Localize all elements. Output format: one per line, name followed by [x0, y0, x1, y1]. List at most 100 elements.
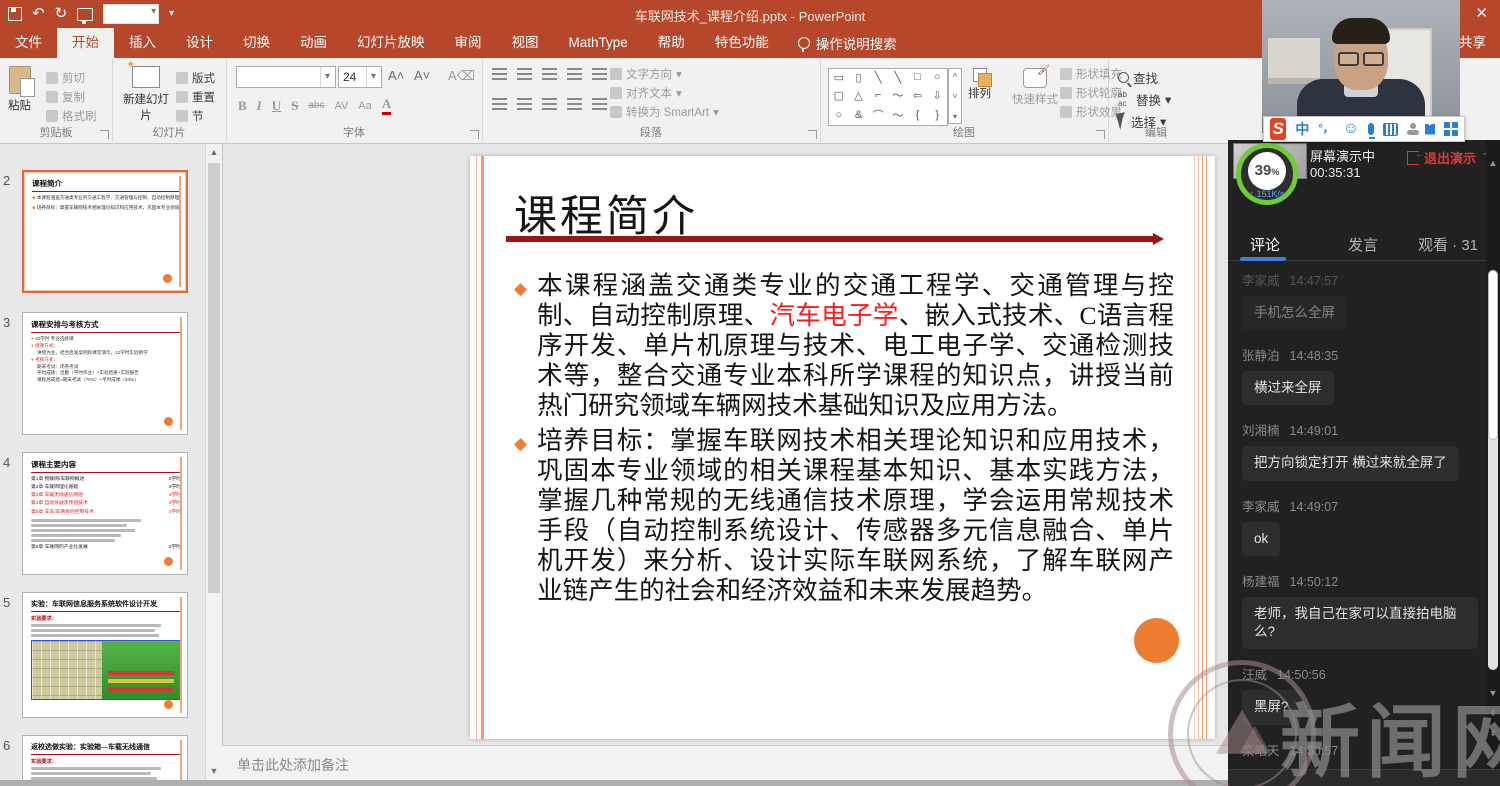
- tab-mathtype[interactable]: MathType: [554, 28, 643, 58]
- underline-button[interactable]: U: [272, 98, 281, 114]
- change-case-button[interactable]: Aa: [358, 100, 371, 112]
- slide-editor[interactable]: 课程简介 ◆ 本课程涵盖交通类专业的交通工程学、交通管理与控制、自动控制原理、汽…: [470, 156, 1215, 739]
- clear-formatting-icon[interactable]: A⌫: [448, 68, 475, 84]
- thumbnail-slide-5[interactable]: 实验：车联网信息服务系统软件设计开发 实验要求：: [22, 592, 188, 718]
- tab-animations[interactable]: 动画: [285, 28, 342, 58]
- increase-indent-icon[interactable]: [567, 68, 582, 80]
- emoji-icon[interactable]: ☺: [1343, 117, 1359, 141]
- superscript-button[interactable]: abc: [308, 100, 324, 111]
- replace-button[interactable]: abac替换 ▾: [1118, 88, 1171, 110]
- thumbnail-slide-4[interactable]: 课程主要内容 第1章 物联网/车联网概述2学时 第2章 车联网理论基础4学时 第…: [22, 452, 188, 575]
- thumbnail-slide-2[interactable]: 课程简介 ◆ 本课程涵盖交通类专业的交通工程学、交通管理与控制、自动控制原理、汽…: [22, 170, 188, 293]
- tab-review[interactable]: 审阅: [440, 28, 497, 58]
- text-direction-button[interactable]: 文字方向 ▾: [610, 64, 719, 83]
- quick-styles-button[interactable]: 快速样式: [1012, 68, 1058, 107]
- sogou-logo-icon[interactable]: S: [1270, 118, 1286, 140]
- align-center-icon[interactable]: [517, 98, 532, 110]
- tab-transitions[interactable]: 切换: [228, 28, 285, 58]
- arrange-button[interactable]: 排列: [968, 68, 991, 101]
- grow-font-icon[interactable]: A˄: [388, 68, 404, 83]
- tab-insert[interactable]: 插入: [114, 28, 171, 58]
- reset-button[interactable]: 重置: [176, 87, 215, 106]
- new-slide-icon: [132, 66, 160, 88]
- new-slide-button[interactable]: 新建幻灯片: [118, 66, 174, 123]
- font-dialog-launcher[interactable]: [470, 130, 479, 139]
- shapes-gallery[interactable]: ▭▯╲╲□○ ▢△⌐～⇦⇩ ○&⌒～{}: [828, 68, 948, 126]
- font-size-combo[interactable]: 24▾: [338, 66, 382, 88]
- shapes-gallery-scrollbar[interactable]: ˄˅▾: [948, 68, 962, 124]
- tab-help[interactable]: 帮助: [643, 28, 700, 58]
- upload-speed: ↑ 151K/s: [1249, 189, 1284, 199]
- slide-body[interactable]: ◆ 本课程涵盖交通类专业的交通工程学、交通管理与控制、自动控制原理、汽车电子学、…: [514, 271, 1174, 611]
- bold-button[interactable]: B: [238, 98, 247, 114]
- punctuation-icon[interactable]: °，: [1318, 117, 1333, 141]
- tab-features[interactable]: 特色功能: [700, 28, 784, 58]
- font-name-combo[interactable]: ▾: [236, 66, 336, 88]
- paste-button[interactable]: 粘贴: [8, 66, 31, 113]
- webcam-background-shelf: [1268, 38, 1320, 78]
- tab-comments[interactable]: 评论: [1250, 234, 1280, 255]
- account-icon[interactable]: [1407, 123, 1416, 135]
- tab-file[interactable]: 文件: [0, 28, 57, 58]
- thumbnail-slide-3[interactable]: 课程安排与考核方式 ● 32学时 专业选修课 ● 授课方式： 讲授为主，结合启发…: [22, 312, 188, 435]
- group-drawing: ▭▯╲╲□○ ▢△⌐～⇦⇩ ○&⌒～{} ˄˅▾ 排列 快速样式 绘图 形状填充…: [820, 58, 1109, 142]
- tab-speak[interactable]: 发言: [1348, 234, 1378, 255]
- align-left-icon[interactable]: [492, 98, 507, 110]
- chat-message-list[interactable]: 李家威14:47:57 手机怎么全屏 张静泊14:48:35 横过来全屏 刘湘楠…: [1242, 270, 1478, 766]
- smartart-button[interactable]: 转换为 SmartArt ▾: [610, 102, 719, 121]
- webcam-video: [1262, 0, 1460, 133]
- find-button[interactable]: 查找: [1118, 66, 1171, 88]
- align-text-button[interactable]: 对齐文本 ▾: [610, 83, 719, 102]
- bullets-icon[interactable]: [492, 68, 507, 80]
- notes-pane[interactable]: 单击此处添加备注: [222, 745, 1228, 781]
- tab-slideshow[interactable]: 幻灯片放映: [342, 28, 440, 58]
- paragraph-dialog-launcher[interactable]: [808, 130, 817, 139]
- columns-icon[interactable]: [592, 98, 607, 110]
- thumbnail-scrollbar-thumb[interactable]: [208, 163, 220, 593]
- chat-input-bar[interactable]: [1228, 769, 1500, 786]
- decrease-indent-icon[interactable]: [542, 68, 557, 80]
- tab-view[interactable]: 视图: [497, 28, 554, 58]
- voice-input-icon[interactable]: [1368, 123, 1374, 135]
- italic-button[interactable]: I: [257, 98, 262, 114]
- chinese-mode-icon[interactable]: 中: [1295, 117, 1309, 141]
- cut-button[interactable]: 剪切: [46, 68, 97, 87]
- slide-title[interactable]: 课程简介: [514, 182, 698, 244]
- slide-paragraph-1: 本课程涵盖交通类专业的交通工程学、交通管理与控制、自动控制原理、汽车电子学、嵌入…: [537, 271, 1174, 421]
- drawing-dialog-launcher[interactable]: [1096, 130, 1105, 139]
- font-color-button[interactable]: A: [382, 96, 391, 115]
- shrink-font-icon[interactable]: A˅: [414, 68, 430, 83]
- strikethrough-button[interactable]: S: [291, 98, 298, 114]
- chat-scrollbar-thumb[interactable]: [1488, 270, 1498, 440]
- thumb-orange-dot: [164, 700, 173, 709]
- chat-scrollbar[interactable]: ▲ ▼ ⇞ ⇟: [1486, 140, 1500, 786]
- align-right-icon[interactable]: [542, 98, 557, 110]
- line-spacing-icon[interactable]: [592, 68, 607, 80]
- group-label-font: 字体: [226, 124, 482, 140]
- tab-watchers[interactable]: 观看 · 31: [1418, 234, 1478, 255]
- layout-button[interactable]: 版式: [176, 68, 215, 87]
- skin-icon[interactable]: [1425, 124, 1435, 135]
- close-window-button[interactable]: ✕: [1475, 4, 1488, 22]
- toolbox-icon[interactable]: [1444, 122, 1458, 136]
- tell-me-search[interactable]: 操作说明搜索: [784, 33, 911, 53]
- char-spacing-button[interactable]: AV: [334, 100, 348, 112]
- thumbnail-slide-6[interactable]: 返校选做实验：实验箱—车载无线通信 实验要求：: [22, 735, 188, 780]
- find-icon: [1118, 72, 1129, 83]
- tab-home[interactable]: 开始: [57, 28, 114, 58]
- stream-tabs: 评论 发言 观看 · 31: [1228, 228, 1500, 261]
- format-painter-button[interactable]: 格式刷: [46, 106, 97, 125]
- numbering-icon[interactable]: [517, 68, 532, 80]
- section-button[interactable]: 节: [176, 106, 215, 125]
- thumbnail-scrollbar[interactable]: ▲ ▼: [205, 143, 222, 780]
- chat-message: 汪威14:50:56 黑屏?: [1242, 664, 1478, 724]
- soft-keyboard-icon[interactable]: [1383, 123, 1398, 136]
- copy-button[interactable]: 复制: [46, 87, 97, 106]
- thumb-title: 返校选做实验：实验箱—车载无线通信: [31, 742, 181, 755]
- thumb-body-line: ◆ 培养目标：掌握车联网技术相关理论知识和应用技术，巩固本专业领域的相关课程基本…: [32, 205, 180, 212]
- tab-design[interactable]: 设计: [171, 28, 228, 58]
- arrange-icon: [973, 68, 987, 82]
- exit-presentation-button[interactable]: 退出演示: [1407, 148, 1476, 167]
- clipboard-dialog-launcher[interactable]: [100, 130, 109, 139]
- justify-icon[interactable]: [567, 98, 582, 110]
